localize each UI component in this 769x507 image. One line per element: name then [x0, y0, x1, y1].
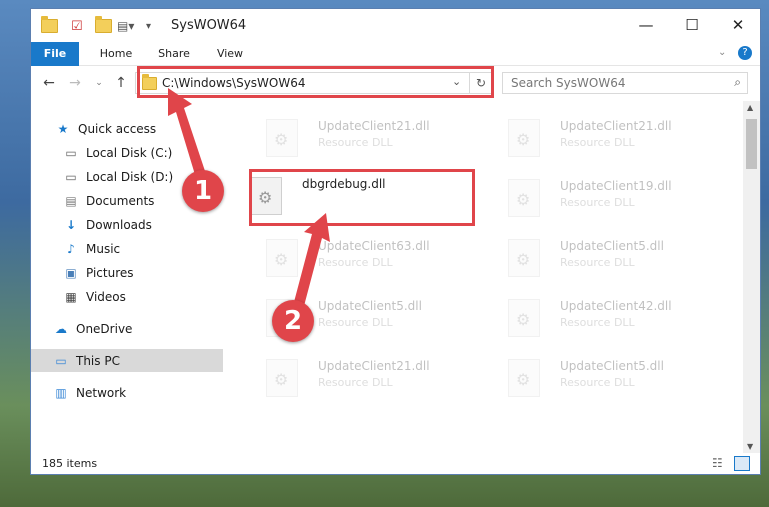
callout-badge-1: 1	[182, 170, 224, 212]
arrow-1	[168, 88, 206, 178]
arrow-2	[294, 213, 330, 306]
callout-badge-2: 2	[272, 300, 314, 342]
annotation-arrows	[168, 88, 330, 306]
